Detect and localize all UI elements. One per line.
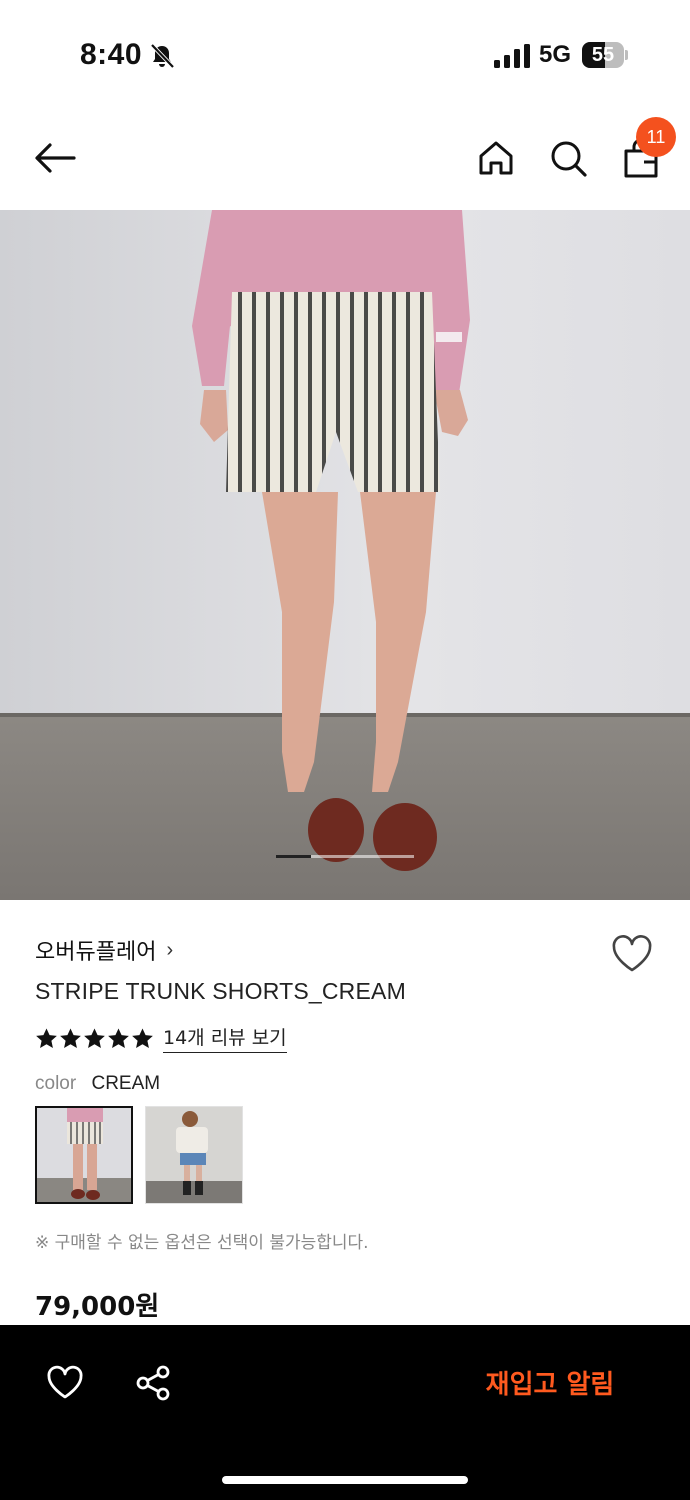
status-bar: 8:40 5G 55 xyxy=(0,0,690,110)
color-label: color xyxy=(35,1073,77,1094)
cart-count-badge: 11 xyxy=(636,117,676,157)
home-icon[interactable] xyxy=(476,138,516,178)
back-arrow-icon[interactable] xyxy=(30,138,80,178)
bell-off-icon xyxy=(150,43,175,69)
star-icon xyxy=(108,1027,129,1048)
color-swatch-alt[interactable] xyxy=(145,1106,243,1204)
status-time: 8:40 xyxy=(80,38,143,71)
restock-alert-button[interactable]: 재입고 알림 xyxy=(460,1363,640,1407)
review-link[interactable]: 14개 리뷰 보기 xyxy=(163,1023,287,1053)
product-price: 79,000원 xyxy=(35,1292,160,1322)
chevron-right-icon: › xyxy=(166,938,174,961)
brand-name: 오버듀플레어 xyxy=(35,940,157,965)
color-value: CREAM xyxy=(91,1073,161,1094)
option-notice: ※ 구매할 수 없는 옵션은 선택이 불가능합니다. xyxy=(35,1233,369,1253)
star-icon xyxy=(84,1027,105,1048)
slide-indicator-fill xyxy=(276,855,311,858)
product-title: STRIPE TRUNK SHORTS_CREAM xyxy=(35,978,406,1004)
bottom-action-bar: 재입고 알림 xyxy=(0,1325,690,1500)
color-swatch-cream[interactable] xyxy=(35,1106,133,1204)
home-indicator xyxy=(222,1476,468,1484)
rating-stars xyxy=(35,1027,154,1050)
star-icon xyxy=(132,1027,153,1048)
search-icon[interactable] xyxy=(548,138,588,178)
battery-level: 55 xyxy=(591,44,615,66)
share-icon[interactable] xyxy=(134,1364,172,1402)
product-image-carousel[interactable] xyxy=(0,210,690,900)
network-type: 5G xyxy=(539,41,572,68)
product-photo xyxy=(0,210,690,900)
brand-link[interactable]: 오버듀플레어 › xyxy=(35,935,174,966)
star-icon xyxy=(60,1027,81,1048)
rating-row: 14개 리뷰 보기 xyxy=(35,1023,287,1053)
wishlist-heart-icon[interactable] xyxy=(610,934,654,974)
top-navigation xyxy=(0,110,690,210)
slide-indicator xyxy=(276,855,414,858)
star-icon xyxy=(36,1027,57,1048)
signal-icon xyxy=(494,44,530,68)
heart-icon[interactable] xyxy=(46,1365,84,1401)
battery-icon: 55 xyxy=(582,42,628,68)
color-row: color CREAM xyxy=(35,1073,160,1095)
